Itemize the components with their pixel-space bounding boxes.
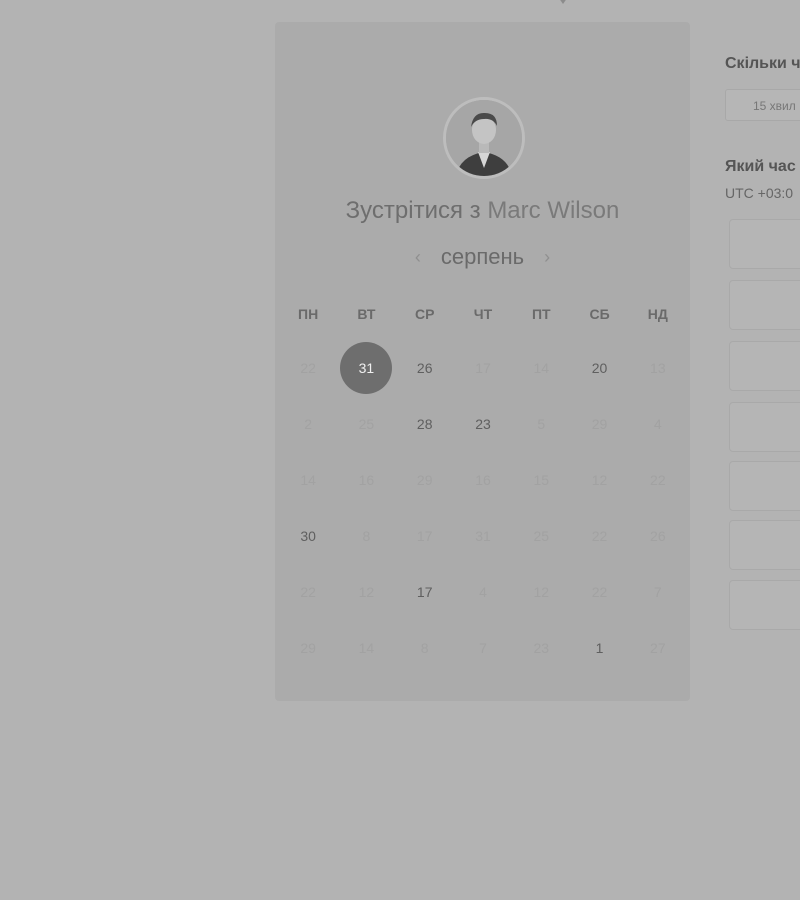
calendar-day: 29 (591, 416, 608, 432)
duration-heading: Скільки ч (725, 55, 800, 72)
dropdown-caret-icon (556, 0, 570, 4)
calendar-day-selected[interactable]: 31 (337, 340, 395, 396)
calendar-day: 17 (475, 360, 491, 376)
calendar-day: 31 (475, 528, 491, 544)
calendar-day[interactable]: 28 (396, 396, 454, 452)
calendar-day: 4 (653, 416, 662, 432)
weekday-label: ЧТ (473, 306, 493, 322)
calendar-day: 16 (475, 472, 491, 488)
calendar-day[interactable]: 26 (396, 340, 454, 396)
calendar-week-row: 29 14 8 7 23 1 27 (279, 620, 687, 676)
calendar-day: 29 (300, 640, 316, 656)
time-slot-button[interactable] (729, 402, 800, 452)
timezone-label: UTC +03:0 (725, 185, 794, 201)
weekday-label: ВТ (357, 306, 376, 322)
calendar-day: 25 (358, 416, 375, 432)
weekday-header: ПН ВТ СР ЧТ ПТ СБ НД (279, 306, 687, 322)
booking-panel: Скільки ч 15 хвил Який час UTC +03:0 (691, 22, 800, 701)
calendar-day[interactable]: 1 (570, 620, 628, 676)
calendar-day: 14 (533, 360, 550, 376)
calendar-panel: Зустрітися з Marc Wilson ‹ серпень › ПН … (275, 22, 690, 701)
person-photo-icon (446, 100, 522, 176)
calendar-day: 15 (533, 472, 550, 488)
month-label: серпень (440, 244, 525, 269)
duration-select[interactable]: 15 хвил (725, 89, 800, 121)
weekday-label: ПТ (531, 306, 551, 322)
time-heading: Який час (725, 158, 796, 175)
calendar-day: 14 (358, 640, 375, 656)
time-slot-button[interactable] (729, 580, 800, 630)
calendar-week-row: 22 31 26 17 14 20 13 (279, 340, 687, 396)
calendar-week-row: 30 8 17 31 25 22 26 (279, 508, 687, 564)
calendar-day: 26 (650, 528, 666, 544)
time-slot-button[interactable] (729, 341, 800, 391)
calendar-day: 12 (533, 584, 550, 600)
calendar-day: 8 (420, 640, 429, 656)
weekday-label: СР (414, 306, 435, 322)
calendar-day[interactable]: 30 (279, 508, 337, 564)
calendar-day: 4 (479, 584, 487, 600)
calendar-day: 25 (533, 528, 550, 544)
calendar-day: 12 (591, 472, 608, 488)
calendar-day: 22 (591, 528, 608, 544)
host-avatar (443, 97, 525, 179)
meeting-title: Зустрітися з Marc Wilson (275, 197, 690, 225)
chevron-right-icon[interactable]: › (534, 247, 560, 268)
weekday-label: ПН (298, 306, 319, 322)
calendar-day: 22 (300, 360, 316, 376)
calendar-day: 17 (416, 528, 433, 544)
calendar-day: 16 (358, 472, 375, 488)
calendar-day[interactable]: 23 (454, 396, 512, 452)
calendar-week-row: 14 16 29 16 15 12 22 (279, 452, 687, 508)
calendar-day: 8 (362, 528, 371, 544)
calendar-day: 22 (650, 472, 666, 488)
month-navigation: ‹ серпень › (275, 244, 690, 270)
calendar-day-grid: 22 31 26 17 14 20 13 2 25 28 23 5 29 4 14 16 29 16 15 12 22 3… (279, 340, 687, 676)
calendar-day[interactable]: 20 (570, 340, 628, 396)
calendar-week-row: 2 25 28 23 5 29 4 (279, 396, 687, 452)
time-slot-button[interactable] (729, 520, 800, 570)
calendar-day: 22 (300, 584, 316, 600)
calendar-day[interactable]: 17 (396, 564, 454, 620)
calendar-day: 7 (653, 584, 662, 600)
weekday-label: СБ (589, 306, 610, 322)
calendar-day: 12 (358, 584, 375, 600)
time-slot-button[interactable] (729, 280, 800, 330)
selected-day-label: 31 (340, 342, 393, 394)
chevron-left-icon[interactable]: ‹ (405, 247, 431, 268)
calendar-day: 14 (300, 472, 316, 488)
host-name: Marc Wilson (487, 197, 620, 224)
time-slot-button[interactable] (729, 219, 800, 269)
calendar-day: 27 (650, 640, 666, 656)
calendar-day: 5 (537, 416, 546, 432)
time-slot-button[interactable] (729, 461, 800, 511)
calendar-day: 22 (591, 584, 608, 600)
meeting-title-prefix: Зустрітися з (345, 197, 481, 224)
calendar-day: 23 (533, 640, 550, 656)
calendar-day: 13 (650, 360, 666, 376)
calendar-week-row: 22 12 17 4 12 22 7 (279, 564, 687, 620)
calendar-day: 29 (416, 472, 433, 488)
calendar-day: 7 (479, 640, 487, 656)
weekday-label: НД (647, 306, 668, 322)
calendar-day: 2 (304, 416, 313, 432)
